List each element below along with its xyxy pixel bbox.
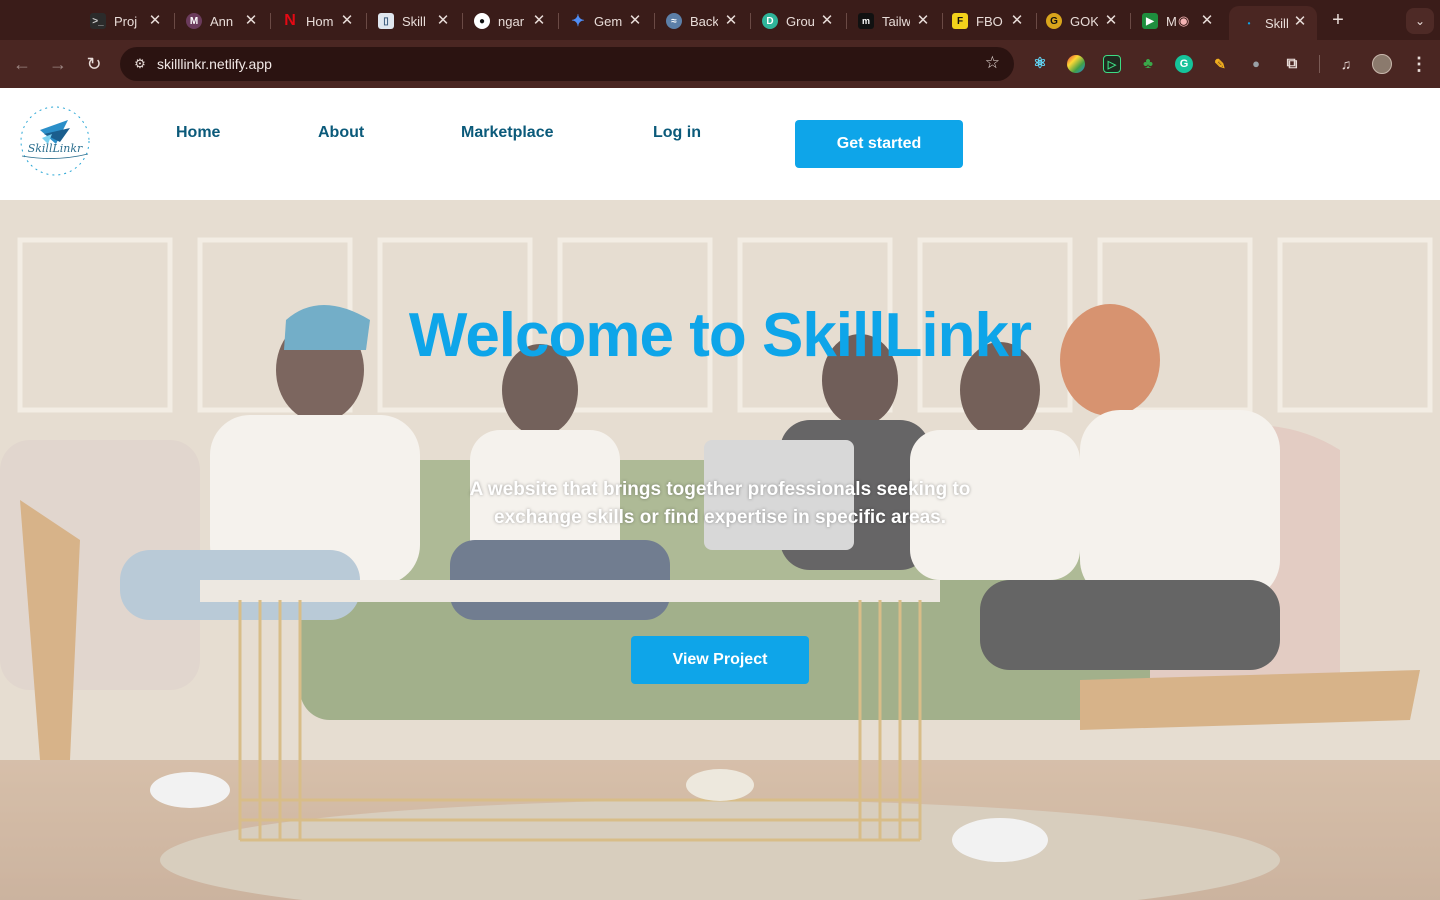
- nav-login-link[interactable]: Log in: [653, 124, 701, 142]
- address-bar[interactable]: ⚙ skilllinkr.netlify.app ☆: [120, 47, 1014, 81]
- hero-section: Welcome to SkillLinkr A website that bri…: [0, 200, 1440, 900]
- close-tab-icon[interactable]: ✕: [914, 12, 932, 30]
- tab-title: ngar: [498, 13, 525, 29]
- tab-title: Tailw: [882, 13, 910, 29]
- browser-tab[interactable]: ▶ M ◉ ✕: [1142, 8, 1216, 34]
- browser-tab[interactable]: D Grou ✕: [762, 8, 836, 34]
- close-tab-icon[interactable]: ✕: [722, 12, 740, 30]
- ghost-extension-icon[interactable]: ●: [1247, 55, 1265, 73]
- browser-tab[interactable]: m Tailw ✕: [858, 8, 932, 34]
- reload-icon[interactable]: ↻: [82, 52, 106, 76]
- forward-icon[interactable]: →: [46, 52, 70, 76]
- browser-tab[interactable]: ≈ Back ✕: [666, 8, 740, 34]
- recording-icon: ◉: [1178, 13, 1190, 28]
- close-tab-icon[interactable]: ✕: [818, 12, 836, 30]
- close-tab-icon[interactable]: ✕: [1102, 12, 1120, 30]
- skilllinkr-logo[interactable]: SkillLinkr: [16, 104, 94, 178]
- github-favicon-icon: ●: [474, 13, 490, 29]
- meet-favicon-icon: ▶: [1142, 13, 1158, 29]
- hero-subtitle: A website that brings together professio…: [469, 479, 971, 528]
- bookmark-star-icon[interactable]: ☆: [985, 53, 1000, 73]
- profile-avatar[interactable]: [1372, 54, 1392, 74]
- close-tab-icon[interactable]: ✕: [1198, 12, 1216, 30]
- tab-title: Back: [690, 13, 718, 29]
- browser-tab[interactable]: G GOK ✕: [1046, 8, 1120, 34]
- trello-favicon-icon: ▯: [378, 13, 394, 29]
- tab-title: FBO: [976, 13, 1003, 29]
- backend-favicon-icon: ≈: [666, 13, 682, 29]
- browser-tab-strip: >_ Proj ✕ M Ann ✕ N Hom ✕ ▯ Skill ✕ ● ng…: [0, 0, 1440, 40]
- medium-favicon-icon: m: [858, 13, 874, 29]
- grammarly-icon[interactable]: G: [1175, 55, 1193, 73]
- close-tab-icon[interactable]: ✕: [434, 12, 452, 30]
- browser-tab[interactable]: ▯ Skill ✕: [378, 8, 452, 34]
- gemini-favicon-icon: ✦: [571, 13, 585, 30]
- close-tab-icon[interactable]: ✕: [1291, 13, 1309, 31]
- hero-title: Welcome to SkillLinkr: [408, 301, 1032, 370]
- css-pencil-icon[interactable]: ✎: [1211, 55, 1229, 73]
- media-control-icon[interactable]: ♫: [1337, 55, 1355, 73]
- browser-tab[interactable]: F FBO ✕: [952, 8, 1026, 34]
- gok-favicon-icon: G: [1046, 13, 1062, 29]
- fbo-favicon-icon: F: [952, 13, 968, 29]
- url-text[interactable]: skilllinkr.netlify.app: [157, 56, 272, 72]
- new-tab-icon[interactable]: +: [1327, 9, 1349, 31]
- close-tab-icon[interactable]: ✕: [626, 12, 644, 30]
- logo-text: SkillLinkr: [28, 142, 83, 155]
- skilllinkr-favicon-icon: •: [1247, 18, 1251, 28]
- netflix-favicon-icon: N: [284, 12, 296, 29]
- tab-title: Grou: [786, 13, 814, 29]
- close-tab-icon[interactable]: ✕: [146, 12, 164, 30]
- browser-tab[interactable]: N Hom ✕: [282, 8, 356, 34]
- tab-title: Ann: [210, 13, 234, 29]
- extensions-puzzle-icon[interactable]: ⧉: [1283, 55, 1301, 73]
- tab-title: Hom: [306, 13, 334, 29]
- tab-title: M: [1166, 13, 1176, 29]
- back-icon[interactable]: ←: [10, 52, 34, 76]
- tab-title: GOK: [1070, 13, 1098, 29]
- browser-tab[interactable]: >_ Proj ✕: [90, 8, 164, 34]
- close-tab-icon[interactable]: ✕: [242, 12, 260, 30]
- browser-tab[interactable]: ✦ Gem ✕: [570, 8, 644, 34]
- tab-search-icon[interactable]: ⌄: [1406, 8, 1434, 34]
- browser-tab[interactable]: ● ngar ✕: [474, 8, 548, 34]
- tree-extension-icon[interactable]: ♣: [1139, 55, 1157, 73]
- browser-toolbar: ← → ↻ ⚙ skilllinkr.netlify.app ☆ ⚛ ▷ ♣ G…: [0, 40, 1440, 88]
- browser-tab-active[interactable]: • Skill ✕: [1229, 6, 1317, 40]
- tab-title: Skill: [1265, 15, 1289, 31]
- tab-title: Gem: [594, 13, 622, 29]
- site-settings-icon[interactable]: ⚙: [128, 52, 152, 76]
- nav-marketplace-link[interactable]: Marketplace: [461, 124, 554, 142]
- view-project-button[interactable]: View Project: [631, 636, 809, 684]
- code-extension-icon[interactable]: ▷: [1103, 55, 1121, 73]
- react-devtools-icon[interactable]: ⚛: [1031, 55, 1049, 73]
- nav-about-link[interactable]: About: [318, 124, 364, 142]
- terminal-favicon-icon: >_: [90, 13, 106, 29]
- mk-favicon-icon: M: [186, 13, 202, 29]
- browser-menu-icon[interactable]: ⋮: [1410, 53, 1428, 75]
- get-started-button[interactable]: Get started: [795, 120, 963, 168]
- tab-title: Skill: [402, 13, 426, 29]
- nav-home-link[interactable]: Home: [176, 124, 220, 142]
- color-picker-icon[interactable]: [1067, 55, 1085, 73]
- groupme-favicon-icon: D: [762, 13, 778, 29]
- browser-tab[interactable]: M Ann ✕: [186, 8, 260, 34]
- close-tab-icon[interactable]: ✕: [338, 12, 356, 30]
- close-tab-icon[interactable]: ✕: [1008, 12, 1026, 30]
- site-header: SkillLinkr Home About Marketplace Log in…: [0, 88, 1440, 200]
- close-tab-icon[interactable]: ✕: [530, 12, 548, 30]
- tab-title: Proj: [114, 13, 138, 29]
